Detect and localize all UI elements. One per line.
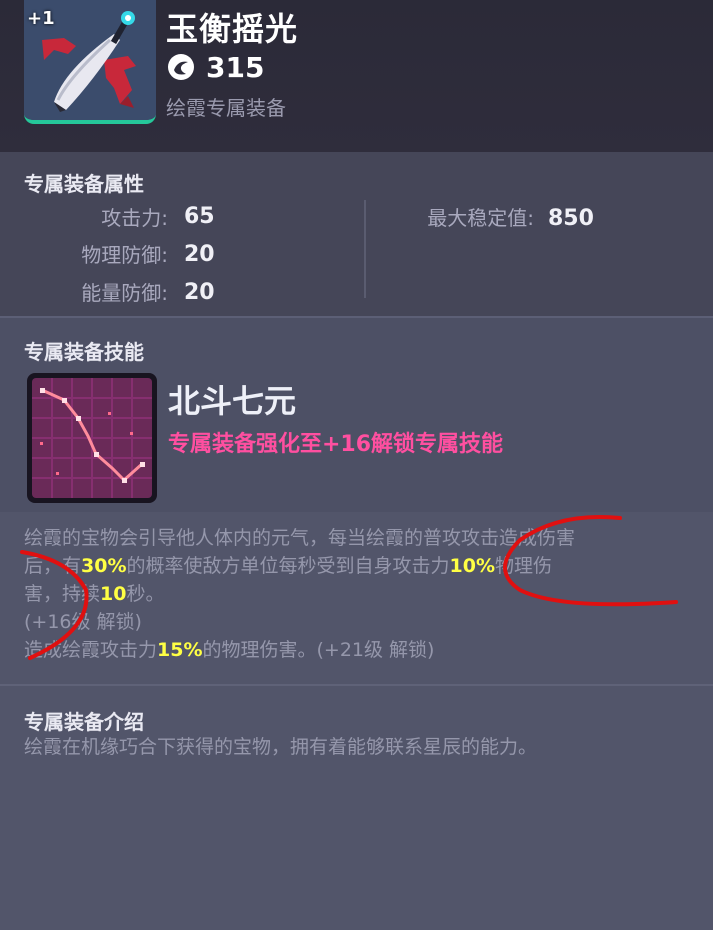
- skill-unlock-requirement: 专属装备强化至+16解锁专属技能: [168, 432, 504, 457]
- power-swirl-icon: [168, 54, 194, 80]
- desc-line: 害，持续10秒。: [24, 580, 694, 608]
- skill-description-section: 绘霞的宝物会引导他人体内的元气，每当绘霞的普攻攻击造成伤害 后，有30%的概率使…: [0, 512, 713, 684]
- desc-text: 秒。: [126, 583, 165, 605]
- skill-description: 绘霞的宝物会引导他人体内的元气，每当绘霞的普攻攻击造成伤害 后，有30%的概率使…: [24, 524, 694, 664]
- attr-value: 20: [184, 242, 215, 267]
- constellation-icon[interactable]: [26, 372, 158, 504]
- desc-text: 物理伤: [495, 555, 553, 577]
- attr-value: 850: [548, 206, 594, 231]
- attributes-section: 专属装备属性 攻击力: 65 物理防御: 20 能量防御: 20 最大稳定值: …: [0, 152, 713, 316]
- intro-section: 专属装备介绍 绘霞在机缘巧合下获得的宝物，拥有着能够联系星辰的能力。: [0, 684, 713, 930]
- column-divider: [364, 200, 366, 298]
- attr-label: 物理防御:: [81, 243, 168, 267]
- item-header: +1 玉衡摇光 315 绘霞专属装备: [0, 0, 713, 152]
- desc-text: 的概率使敌方单位每秒受到自身攻击力: [126, 555, 450, 577]
- power-row: 315: [166, 50, 264, 84]
- desc-text: 害，持续: [24, 583, 101, 605]
- skill-section-title: 专属装备技能: [24, 340, 144, 364]
- highlight-value: 10%: [449, 555, 495, 577]
- attr-label: 攻击力:: [101, 206, 168, 230]
- desc-text: 后，有: [24, 555, 82, 577]
- item-name: 玉衡摇光: [166, 10, 299, 48]
- enhance-level-badge: +1: [27, 8, 55, 29]
- item-subtitle: 绘霞专属装备: [166, 96, 286, 120]
- item-icon[interactable]: +1: [24, 0, 156, 124]
- skill-section: 专属装备技能 北斗七元 专属装备强化至+16解锁专属技能: [0, 316, 713, 512]
- desc-line: 后，有30%的概率使敌方单位每秒受到自身攻击力10%物理伤: [24, 552, 694, 580]
- attr-value: 20: [184, 280, 215, 305]
- desc-text: 的物理伤害。(+21级 解锁): [202, 639, 435, 661]
- attr-label: 最大稳定值:: [427, 206, 534, 230]
- attributes-title: 专属装备属性: [24, 172, 144, 196]
- desc-line: 绘霞的宝物会引导他人体内的元气，每当绘霞的普攻攻击造成伤害: [24, 527, 576, 549]
- attr-label: 能量防御:: [81, 281, 168, 305]
- highlight-value: 30%: [81, 555, 127, 577]
- highlight-value: 15%: [157, 639, 203, 661]
- highlight-value: 10: [100, 583, 127, 605]
- desc-text: 造成绘霞攻击力: [24, 639, 158, 661]
- intro-text: 绘霞在机缘巧合下获得的宝物，拥有着能够联系星辰的能力。: [24, 736, 538, 758]
- skill-name: 北斗七元: [168, 382, 297, 420]
- desc-line: 造成绘霞攻击力15%的物理伤害。(+21级 解锁): [24, 636, 694, 664]
- intro-title: 专属装备介绍: [24, 710, 144, 734]
- power-value: 315: [206, 50, 265, 84]
- desc-line: (+16级 解锁): [24, 611, 142, 633]
- attr-value: 65: [184, 204, 215, 229]
